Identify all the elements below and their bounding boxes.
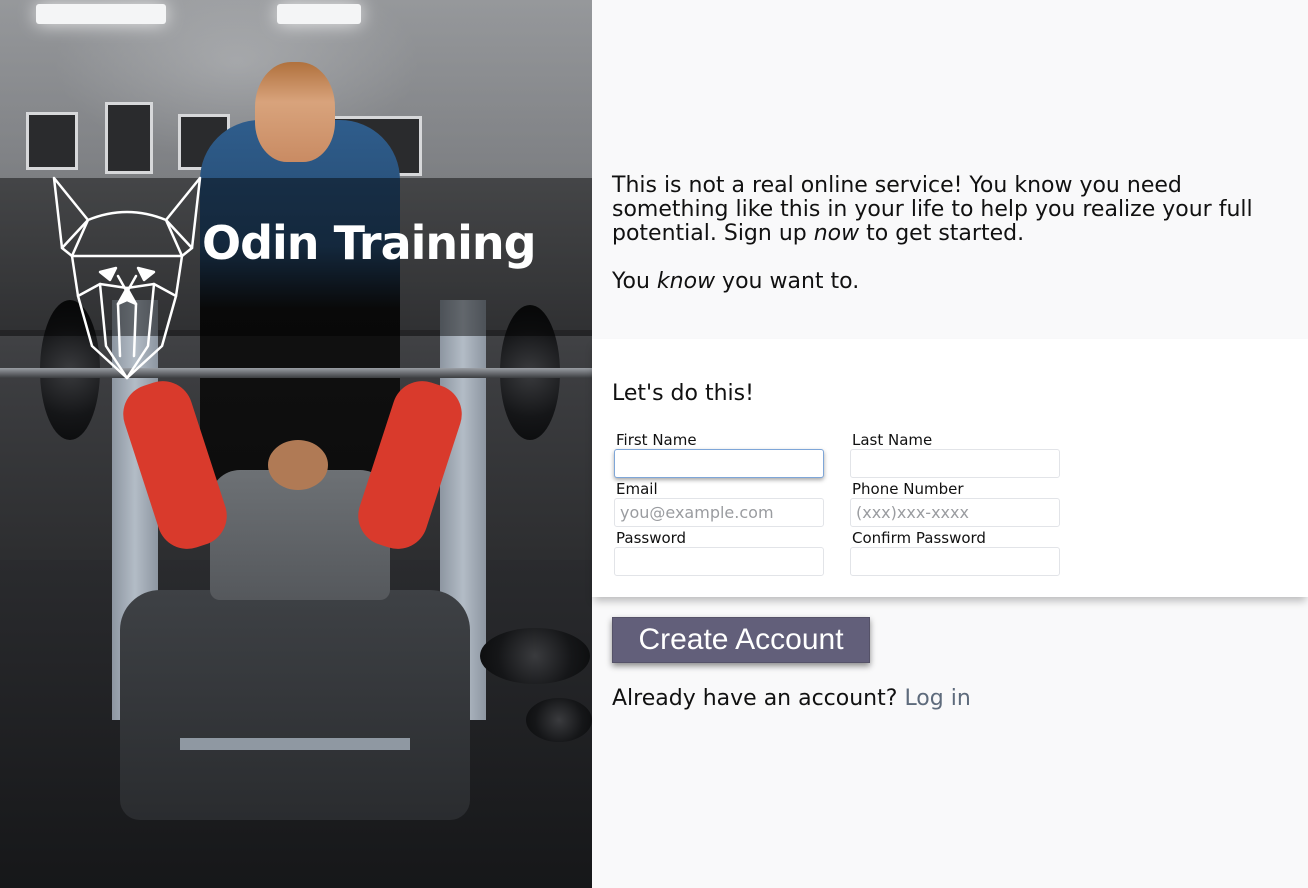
ceiling-light xyxy=(277,4,361,24)
signup-form: Let's do this! First Name Last Name Emai… xyxy=(592,339,1308,597)
intro-emphasis: now xyxy=(813,221,860,246)
phone-field: Phone Number xyxy=(850,480,1062,527)
password-input[interactable] xyxy=(614,547,824,576)
password-label: Password xyxy=(616,529,687,547)
weight-plate xyxy=(526,698,592,742)
ceiling-light xyxy=(36,4,166,24)
first-name-label: First Name xyxy=(616,431,697,449)
wall-frame xyxy=(105,102,153,174)
first-name-input[interactable] xyxy=(614,449,824,478)
intro-text-part: you want to. xyxy=(715,269,860,294)
last-name-input[interactable] xyxy=(850,449,1060,478)
lifter-legs xyxy=(120,590,470,820)
form-heading: Let's do this! xyxy=(612,381,754,406)
create-account-button[interactable]: Create Account xyxy=(612,617,870,663)
login-prompt-line: Already have an account? Log in xyxy=(612,686,971,711)
phone-label: Phone Number xyxy=(852,480,964,498)
weight-plate xyxy=(480,628,590,684)
bench xyxy=(180,738,410,750)
intro-paragraph: You know you want to. xyxy=(612,270,1292,294)
wall-frame xyxy=(26,112,78,170)
login-prompt-text: Already have an account? xyxy=(612,686,898,711)
email-field: Email xyxy=(614,480,826,527)
last-name-field: Last Name xyxy=(850,431,1062,478)
spotter-head xyxy=(255,62,335,162)
hero-image xyxy=(0,0,592,888)
viking-helmet-icon xyxy=(52,176,202,380)
intro-text-part: You xyxy=(612,269,657,294)
confirm-password-label: Confirm Password xyxy=(852,529,986,547)
intro-text: This is not a real online service! You k… xyxy=(612,174,1292,318)
password-field: Password xyxy=(614,529,826,576)
email-label: Email xyxy=(616,480,658,498)
intro-emphasis: know xyxy=(656,269,716,294)
brand-title: Odin Training xyxy=(202,216,537,270)
first-name-field: First Name xyxy=(614,431,826,478)
phone-input[interactable] xyxy=(850,498,1060,527)
email-input[interactable] xyxy=(614,498,824,527)
intro-paragraph: This is not a real online service! You k… xyxy=(612,174,1292,246)
intro-text-part: to get started. xyxy=(859,221,1025,246)
lifter-face xyxy=(268,440,328,490)
last-name-label: Last Name xyxy=(852,431,933,449)
login-link[interactable]: Log in xyxy=(904,686,970,711)
confirm-password-field: Confirm Password xyxy=(850,529,1062,576)
confirm-password-input[interactable] xyxy=(850,547,1060,576)
